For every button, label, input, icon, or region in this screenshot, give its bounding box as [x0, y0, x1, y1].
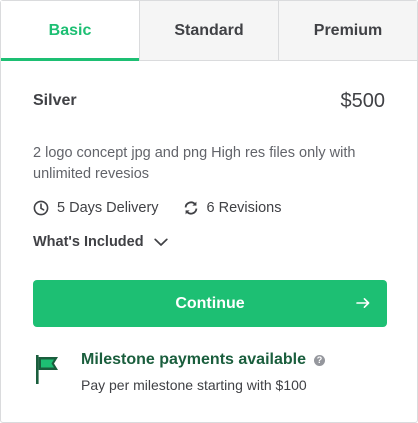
package-meta: 5 Days Delivery 6 Revisions — [33, 198, 385, 218]
help-icon[interactable]: ? — [313, 354, 325, 366]
continue-label: Continue — [175, 294, 245, 312]
package-price: $500 — [340, 89, 386, 112]
continue-button[interactable]: Continue — [33, 280, 387, 327]
tab-standard[interactable]: Standard — [139, 1, 278, 60]
tab-basic[interactable]: Basic — [1, 1, 139, 61]
milestone-title-row: Milestone payments available ? — [81, 351, 325, 369]
refresh-icon — [184, 201, 197, 215]
package-description: 2 logo concept jpg and png High res file… — [33, 145, 356, 182]
package-tabs: Basic Standard Premium — [1, 1, 417, 61]
package-body: Silver $500 2 logo concept jpg and png H… — [1, 89, 417, 393]
revisions-label: 6 Revisions — [206, 200, 282, 216]
chevron-down-icon — [153, 238, 168, 246]
milestone-title: Milestone payments available — [81, 351, 306, 368]
arrow-right-icon — [356, 298, 370, 308]
milestone-section: Milestone payments available ? Pay per m… — [33, 351, 385, 393]
milestone-subtitle: Pay per milestone starting with $100 — [81, 377, 307, 393]
whats-included-label: What's Included — [33, 234, 144, 250]
package-header: Silver $500 — [33, 89, 385, 113]
revisions-count: 6 Revisions — [183, 200, 282, 216]
delivery-time: 5 Days Delivery — [33, 200, 159, 216]
delivery-label: 5 Days Delivery — [57, 200, 159, 216]
clock-icon — [33, 200, 49, 216]
whats-included-toggle[interactable]: What's Included — [33, 234, 168, 250]
package-name: Silver — [33, 92, 77, 109]
package-card: Basic Standard Premium Silver $500 2 log… — [0, 0, 418, 423]
tab-premium[interactable]: Premium — [278, 1, 417, 60]
milestone-text: Milestone payments available ? Pay per m… — [81, 351, 325, 393]
flag-icon — [36, 355, 58, 384]
